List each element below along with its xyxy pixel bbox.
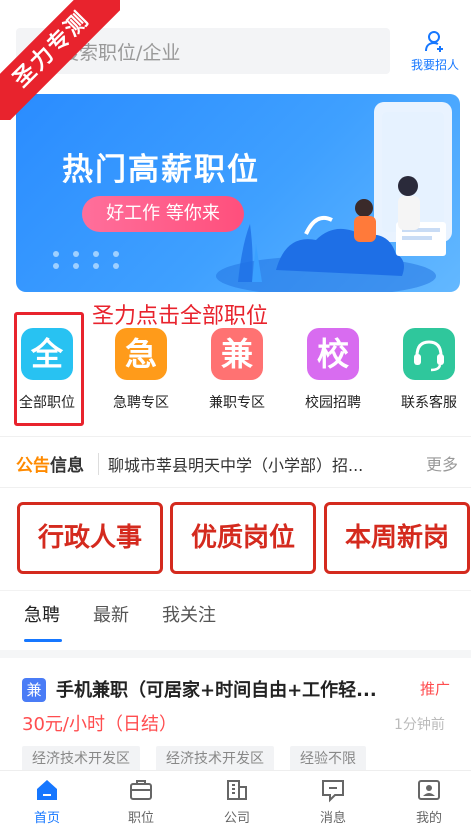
recruit-button[interactable]: 我要招人 <box>402 30 468 73</box>
headset-icon <box>403 328 455 380</box>
divider <box>98 453 99 475</box>
promo-banner[interactable]: 热门高薪职位 好工作 等你来 <box>16 94 460 292</box>
banner-illustration <box>53 102 452 292</box>
nav-label: 公司 <box>223 811 250 826</box>
recruit-label: 我要招人 <box>410 58 459 72</box>
job-type-badge: 兼 <box>22 678 46 702</box>
tab-following[interactable]: 我关注 <box>162 601 216 627</box>
campus-icon: 校 <box>307 328 359 380</box>
quick-tag-new-this-week[interactable]: 本周新岗 <box>324 502 470 574</box>
tab-urgent[interactable]: 急聘 <box>24 601 60 627</box>
category-urgent[interactable]: 急 急聘专区 <box>94 322 188 412</box>
nav-profile[interactable]: 我的 <box>382 777 471 826</box>
bottom-nav: 首页 职位 公司 消息 我的 <box>0 770 471 831</box>
job-chip: 经验不限 <box>290 746 366 772</box>
category-part-time[interactable]: 兼 兼职专区 <box>190 322 284 412</box>
notice-logo-b: 信息 <box>50 456 84 476</box>
banner-title: 热门高薪职位 <box>62 152 260 188</box>
part-time-icon: 兼 <box>211 328 263 380</box>
briefcase-icon <box>130 780 152 800</box>
recruiter-icon <box>425 31 443 52</box>
nav-label: 消息 <box>319 811 346 826</box>
category-label: 兼职专区 <box>209 395 265 411</box>
job-card[interactable]: 兼 手机兼职（可居家+时间自由+工作轻... 推广 30元/小时（日结） 1分钟… <box>0 650 471 772</box>
nav-label: 首页 <box>33 811 60 826</box>
nav-company[interactable]: 公司 <box>190 777 284 826</box>
watermark-text: 圣力专测 <box>0 0 120 120</box>
notice-logo-a: 公告 <box>16 456 50 476</box>
message-icon <box>322 780 344 803</box>
job-chip: 经济技术开发区 <box>22 746 140 772</box>
notice-logo: 公告信息 <box>16 451 84 476</box>
profile-icon <box>418 780 440 800</box>
notice-more-link[interactable]: 更多 <box>426 451 458 475</box>
category-campus[interactable]: 校 校园招聘 <box>286 322 380 412</box>
category-label: 急聘专区 <box>113 395 169 411</box>
promo-label: 推广 <box>420 680 451 698</box>
category-label: 联系客服 <box>401 395 457 411</box>
job-title[interactable]: 手机兼职（可居家+时间自由+工作轻... <box>56 676 396 702</box>
quick-tags: 行政人事 优质岗位 本周新岗 <box>0 498 471 580</box>
notice-text[interactable]: 聊城市莘县明天中学（小学部）招... <box>108 452 398 476</box>
job-tabs: 急聘 最新 我关注 <box>0 590 471 642</box>
category-customer-service[interactable]: 联系客服 <box>382 322 471 412</box>
notice-bar[interactable]: 公告信息 聊城市莘县明天中学（小学部）招... 更多 <box>0 436 471 488</box>
quick-tag-admin-hr[interactable]: 行政人事 <box>17 502 163 574</box>
job-salary: 30元/小时（日结） <box>22 714 177 735</box>
tab-latest[interactable]: 最新 <box>93 601 129 627</box>
banner-cta-button[interactable]: 好工作 等你来 <box>82 196 244 232</box>
urgent-icon: 急 <box>115 328 167 380</box>
active-tab-indicator <box>24 639 62 642</box>
nav-label: 职位 <box>127 811 154 826</box>
building-icon <box>227 780 247 800</box>
quick-tag-quality-jobs[interactable]: 优质岗位 <box>170 502 316 574</box>
category-label: 校园招聘 <box>305 395 361 411</box>
job-chip: 经济技术开发区 <box>156 746 274 772</box>
highlight-box <box>14 312 84 426</box>
nav-jobs[interactable]: 职位 <box>94 777 188 826</box>
job-time: 1分钟前 <box>394 717 445 733</box>
nav-home[interactable]: 首页 <box>0 777 94 826</box>
nav-label: 我的 <box>415 811 442 826</box>
corner-ribbon: 圣力专测 <box>0 0 120 120</box>
home-icon <box>37 780 57 800</box>
nav-messages[interactable]: 消息 <box>286 777 380 826</box>
